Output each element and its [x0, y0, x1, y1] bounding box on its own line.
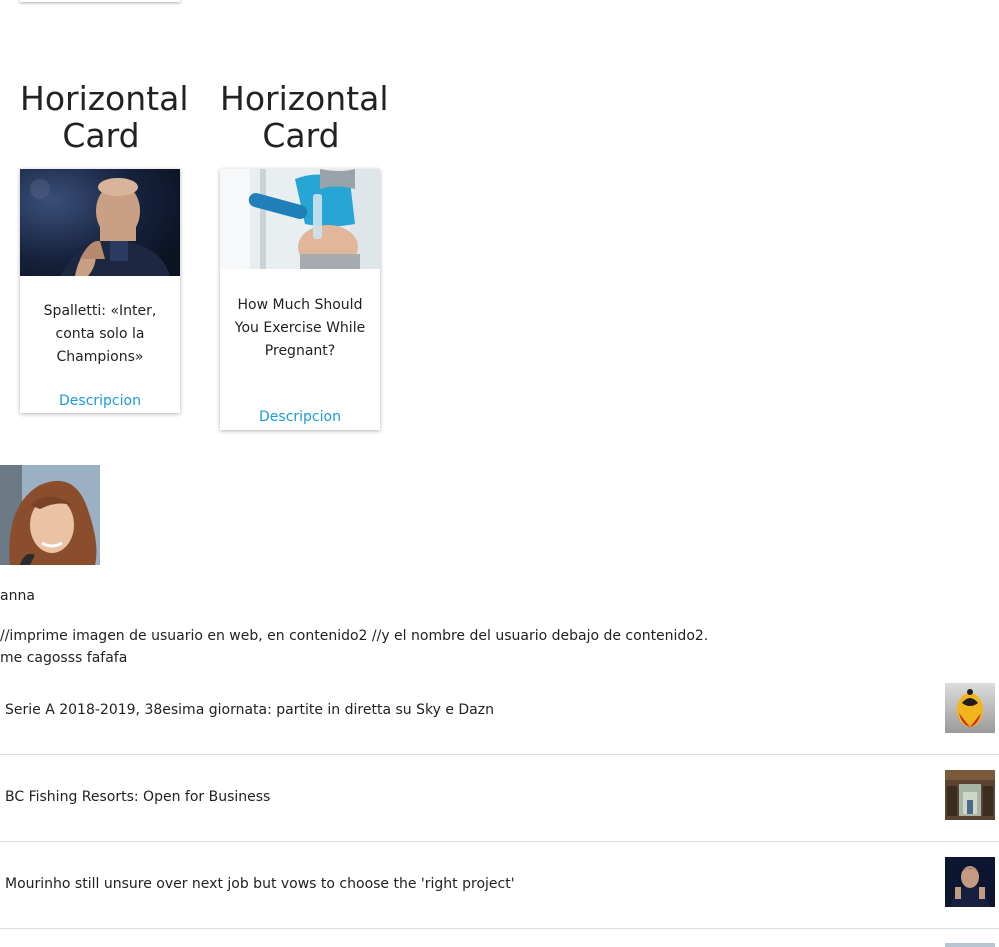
card-heading: Horizontal Card — [20, 79, 189, 155]
news-thumbnail-partial — [945, 943, 995, 947]
card-image — [20, 169, 180, 276]
user-avatar — [0, 465, 100, 565]
news-item[interactable]: Serie A 2018-2019, 38esima giornata: par… — [0, 668, 999, 755]
card-title: Spalletti: «Inter, conta solo la Champio… — [43, 303, 157, 365]
avatar-image — [0, 465, 100, 565]
page: Horizontal Card Spalletti: «Inter, conta… — [0, 0, 999, 947]
news-list: Serie A 2018-2019, 38esima giornata: par… — [0, 668, 999, 929]
news-item[interactable]: Mourinho still unsure over next job but … — [0, 842, 999, 929]
content2: //imprime imagen de usuario en web, en c… — [0, 625, 708, 669]
news-title[interactable]: BC Fishing Resorts: Open for Business — [5, 789, 270, 805]
card-heading: Horizontal Card — [220, 79, 389, 155]
news-thumbnail[interactable] — [945, 770, 995, 820]
news-thumbnail[interactable] — [945, 683, 995, 733]
news-thumbnail[interactable] — [945, 857, 995, 907]
description-link[interactable]: Descripcion — [20, 393, 180, 409]
user-name: anna — [0, 588, 35, 604]
news-item[interactable]: BC Fishing Resorts: Open for Business — [0, 755, 999, 842]
card-title: How Much Should You Exercise While Pregn… — [234, 297, 366, 359]
content2-line: me cagosss fafafa — [0, 650, 128, 666]
content2-line: //imprime imagen de usuario en web, en c… — [0, 628, 709, 644]
news-title[interactable]: Serie A 2018-2019, 38esima giornata: par… — [5, 702, 494, 718]
card-image — [220, 169, 380, 269]
card-column-2: Horizontal Card How Much Should You Exer… — [220, 79, 389, 430]
news-title[interactable]: Mourinho still unsure over next job but … — [5, 876, 515, 892]
description-link[interactable]: Descripcion — [220, 409, 380, 425]
resort-photo-icon — [945, 770, 995, 820]
mourinho-photo-icon — [945, 857, 995, 907]
card-remnant — [20, 0, 180, 2]
soccer-ball-icon — [945, 683, 995, 733]
horizontal-card[interactable]: Spalletti: «Inter, conta solo la Champio… — [20, 169, 180, 413]
card-column-1: Horizontal Card Spalletti: «Inter, conta… — [20, 79, 189, 413]
horizontal-card[interactable]: How Much Should You Exercise While Pregn… — [220, 169, 380, 430]
